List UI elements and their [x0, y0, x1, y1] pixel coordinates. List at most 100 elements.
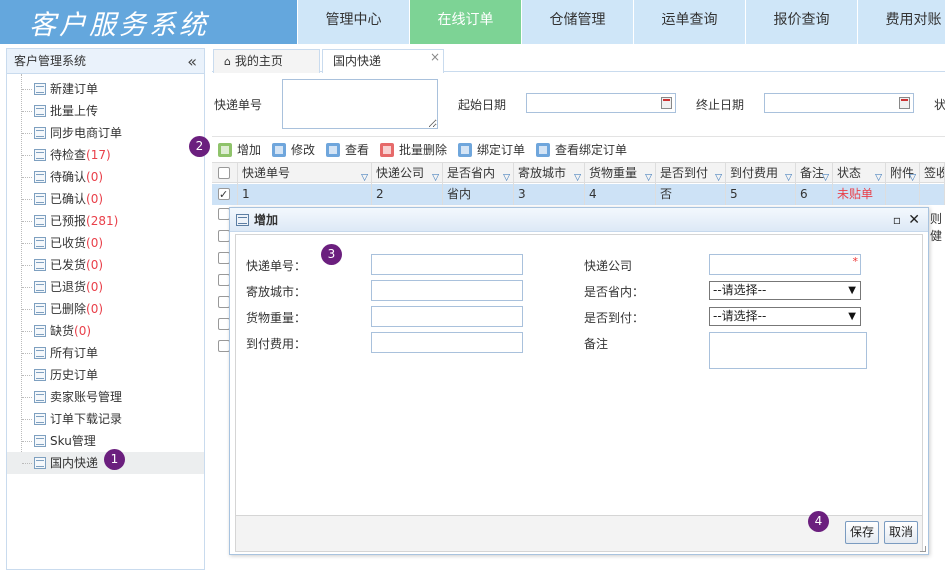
dialog-titlebar[interactable]: 增加 ▫ ✕: [230, 208, 928, 232]
sidebar-item-confirmed[interactable]: 已确认(0): [7, 188, 204, 210]
nav-management-center[interactable]: 管理中心: [297, 0, 409, 44]
view-bind-order-button[interactable]: 查看绑定订单: [535, 141, 627, 159]
sidebar-item-pending-check[interactable]: 待检查(17): [7, 144, 204, 166]
col-header-label: 到付费用: [730, 166, 779, 180]
resize-handle[interactable]: [920, 546, 926, 552]
sort-down-icon[interactable]: ▽: [503, 168, 510, 184]
collapse-icon[interactable]: «: [187, 49, 197, 74]
col-header-label: 状态: [837, 166, 862, 180]
nav-billing[interactable]: 费用对账: [857, 0, 945, 44]
sidebar-item-out-of-stock[interactable]: 缺货(0): [7, 320, 204, 342]
city-field[interactable]: [371, 280, 523, 301]
sort-down-icon[interactable]: ▽: [785, 168, 792, 184]
sidebar-item-label: 订单下载记录: [50, 412, 123, 426]
col-header[interactable]: 签收: [920, 163, 945, 184]
sort-down-icon[interactable]: ▽: [822, 168, 829, 184]
remark-field[interactable]: [709, 332, 867, 369]
sidebar-item-label: 待确认: [50, 170, 87, 184]
in-province-select[interactable]: --请选择-- ▼: [709, 281, 861, 300]
sort-down-icon[interactable]: ▽: [715, 168, 722, 184]
sidebar-item-received[interactable]: 已收货(0): [7, 232, 204, 254]
tab-home[interactable]: ⌂ 我的主页: [213, 49, 320, 73]
sort-down-icon[interactable]: ▽: [574, 168, 581, 184]
end-date-input[interactable]: [764, 93, 914, 113]
add-label: 增加: [237, 143, 262, 157]
sidebar-item-forecasted[interactable]: 已预报(281): [7, 210, 204, 232]
sidebar-item-label: 已删除: [50, 302, 87, 316]
table-cell: [920, 184, 945, 205]
sidebar-item-pending-confirm[interactable]: 待确认(0): [7, 166, 204, 188]
sort-down-icon[interactable]: ▽: [361, 168, 368, 184]
table-cell: 5: [726, 184, 796, 205]
sidebar-item-label: 缺货: [50, 324, 75, 338]
view-button[interactable]: 查看: [325, 141, 369, 159]
nav-online-orders[interactable]: 在线订单: [409, 0, 521, 44]
table-cell: 2: [372, 184, 443, 205]
cancel-button[interactable]: 取消: [884, 521, 919, 544]
sidebar-item-seller-accounts[interactable]: 卖家账号管理: [7, 386, 204, 408]
tab-close-icon[interactable]: ×: [430, 46, 440, 68]
row-checkbox[interactable]: [218, 185, 230, 205]
sort-down-icon[interactable]: ▽: [432, 168, 439, 184]
add-button[interactable]: 增加: [217, 141, 261, 159]
sidebar-item-history-orders[interactable]: 历史订单: [7, 364, 204, 386]
sort-down-icon[interactable]: ▽: [645, 168, 652, 184]
nav-waybill-query[interactable]: 运单查询: [633, 0, 745, 44]
required-mark: *: [852, 255, 859, 268]
cod-fee-field[interactable]: [371, 332, 523, 353]
company-field[interactable]: *: [709, 254, 861, 275]
start-date-input[interactable]: [526, 93, 676, 113]
sidebar-item-label: Sku管理: [50, 434, 96, 448]
maximize-icon[interactable]: ▫: [893, 208, 901, 232]
col-header[interactable]: 快递公司 ▽: [372, 163, 443, 184]
col-header[interactable]: 是否省内 ▽: [443, 163, 514, 184]
tracking-no-field[interactable]: [371, 254, 523, 275]
nav-quote-query[interactable]: 报价查询: [745, 0, 857, 44]
sidebar-item-count: (0): [86, 258, 104, 272]
sidebar-item-download-records[interactable]: 订单下载记录: [7, 408, 204, 430]
sidebar-item-all-orders[interactable]: 所有订单: [7, 342, 204, 364]
close-icon[interactable]: ✕: [908, 208, 920, 232]
col-header[interactable]: 寄放城市 ▽: [514, 163, 585, 184]
file-icon: [34, 83, 46, 95]
select-all-checkbox[interactable]: [218, 167, 230, 179]
weight-field[interactable]: [371, 306, 523, 327]
file-icon: [34, 171, 46, 183]
sidebar-item-batch-upload[interactable]: 批量上传: [7, 100, 204, 122]
calendar-icon[interactable]: [661, 97, 672, 109]
tracking-no-input[interactable]: [282, 79, 438, 129]
col-header[interactable]: 快递单号 ▽: [238, 163, 372, 184]
edit-button[interactable]: 修改: [271, 141, 315, 159]
sidebar-item-returned[interactable]: 已退货(0): [7, 276, 204, 298]
col-header[interactable]: 附件 ▽: [886, 163, 920, 184]
col-header[interactable]: 状态 ▽: [833, 163, 886, 184]
table-row[interactable]: 1 2 省内 3 4 否 5 6 未贴单: [212, 184, 945, 205]
col-header[interactable]: 是否到付 ▽: [656, 163, 726, 184]
sidebar-item-sku[interactable]: Sku管理: [7, 430, 204, 452]
weight-label: 货物重量：: [246, 311, 307, 325]
col-header[interactable]: 备注 ▽: [796, 163, 833, 184]
sidebar-item-label: 已收货: [50, 236, 87, 250]
sort-down-icon[interactable]: ▽: [875, 168, 882, 184]
nav-warehouse[interactable]: 仓储管理: [521, 0, 633, 44]
col-header[interactable]: 货物重量 ▽: [585, 163, 656, 184]
sidebar-item-sync-ecommerce[interactable]: 同步电商订单: [7, 122, 204, 144]
sidebar-item-deleted[interactable]: 已删除(0): [7, 298, 204, 320]
save-button[interactable]: 保存: [845, 521, 880, 544]
sidebar-item-label: 同步电商订单: [50, 126, 123, 140]
bind-order-button[interactable]: 绑定订单: [457, 141, 525, 159]
col-header-label: 寄放城市: [518, 166, 567, 180]
remark-label: 备注: [584, 337, 609, 351]
sidebar-item-new-order[interactable]: 新建订单: [7, 78, 204, 100]
sidebar-item-shipped[interactable]: 已发货(0): [7, 254, 204, 276]
calendar-icon[interactable]: [899, 97, 910, 109]
home-icon: ⌂: [224, 55, 231, 68]
cod-select[interactable]: --请选择-- ▼: [709, 307, 861, 326]
sidebar-item-label: 卖家账号管理: [50, 390, 123, 404]
edit-icon: [272, 143, 286, 157]
sort-down-icon[interactable]: ▽: [909, 168, 916, 184]
tab-domestic-express[interactable]: 国内快递 ×: [322, 49, 444, 73]
col-header[interactable]: 到付费用 ▽: [726, 163, 796, 184]
batch-delete-button[interactable]: 批量删除: [379, 141, 447, 159]
file-icon: [34, 105, 46, 117]
